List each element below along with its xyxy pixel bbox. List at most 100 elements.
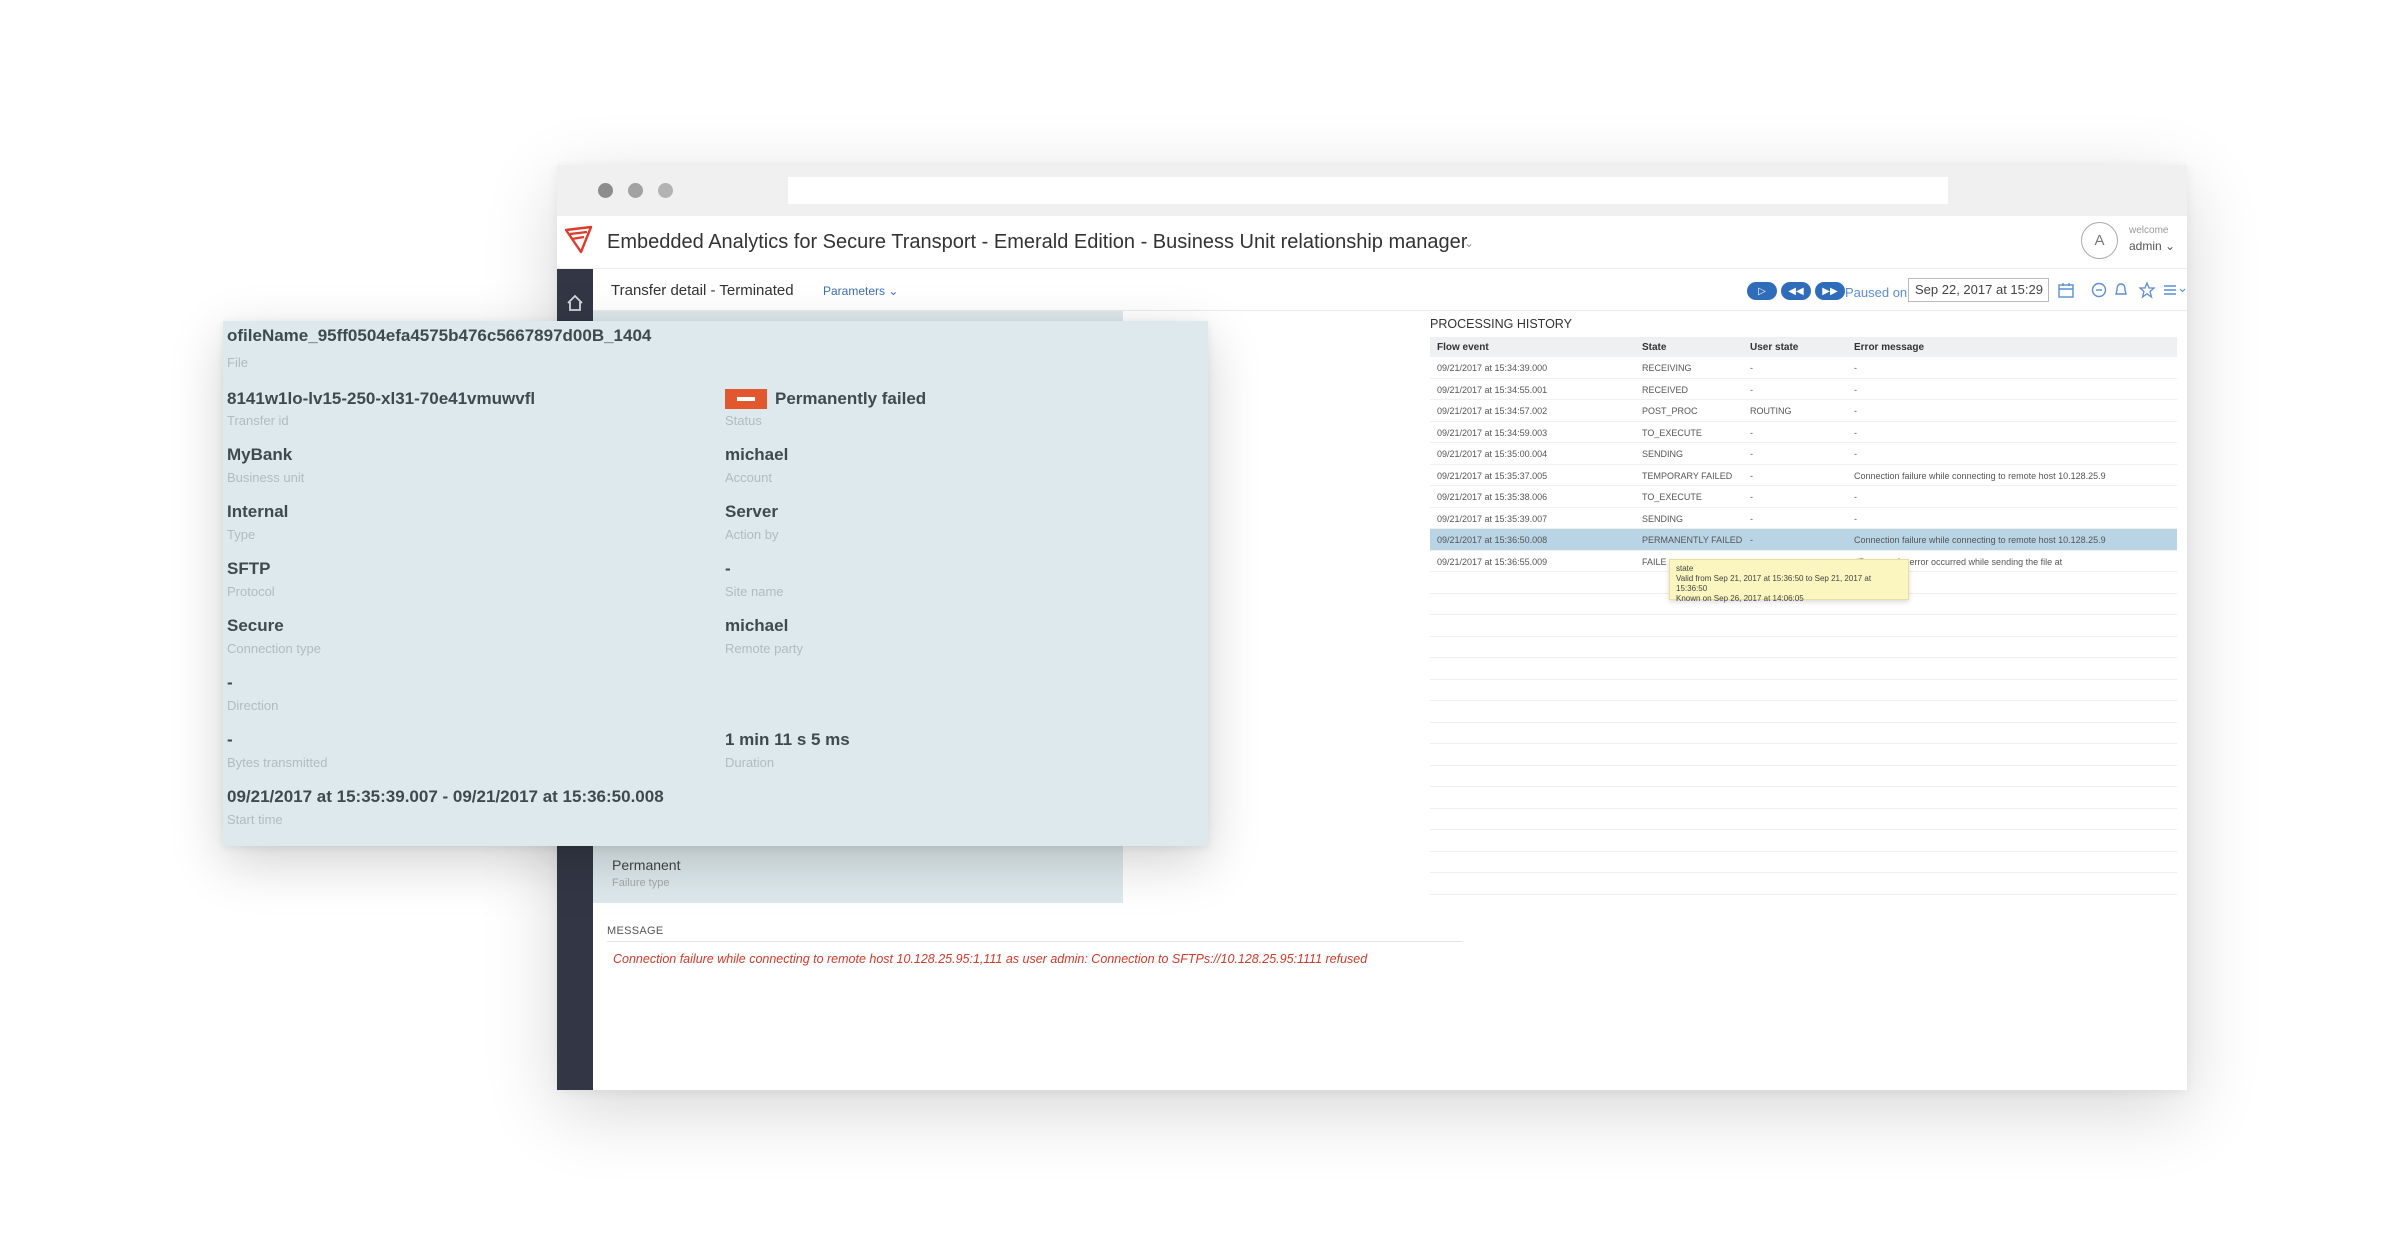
tooltip-valid-range: Valid from Sep 21, 2017 at 15:36:50 to S… xyxy=(1676,574,1872,593)
empty-row-line xyxy=(1430,829,2177,830)
table-cell: - xyxy=(1854,384,1857,395)
table-cell: - xyxy=(1854,513,1857,524)
table-row[interactable]: 09/21/2017 at 15:34:55.001 RECEIVED - - xyxy=(1430,379,2177,400)
action-by-value: Server xyxy=(725,502,778,521)
status-value: Permanently failed xyxy=(775,389,927,408)
site-label: Site name xyxy=(725,584,784,599)
error-message-text: Connection failure while connecting to r… xyxy=(613,952,1368,966)
message-divider xyxy=(607,941,1463,942)
play-button[interactable]: ▷ xyxy=(1747,282,1777,300)
column-header[interactable]: User state xyxy=(1750,342,1798,353)
table-cell: - xyxy=(1750,513,1753,524)
empty-row-line xyxy=(1430,657,2177,658)
failure-type-label: Failure type xyxy=(612,877,670,889)
table-cell: 09/21/2017 at 15:34:39.000 xyxy=(1437,363,1548,373)
transfer-details-card: ofileName_95ff0504efa4575b476c5667897d00… xyxy=(223,321,1208,846)
empty-row-line xyxy=(1430,851,2177,852)
close-window-dot[interactable] xyxy=(598,183,613,198)
breadcrumb: Transfer detail - Terminated xyxy=(611,282,794,299)
table-cell: PERMANENTLY FAILED xyxy=(1642,535,1743,545)
state-tooltip: state Valid from Sep 21, 2017 at 15:36:5… xyxy=(1669,559,1909,603)
rewind-button[interactable]: ◀◀ xyxy=(1781,282,1811,300)
avatar[interactable]: A xyxy=(2081,222,2118,259)
user-menu[interactable]: admin ⌄ xyxy=(2129,239,2175,253)
type-label: Type xyxy=(227,527,256,542)
action-by-label: Action by xyxy=(725,527,779,542)
minimize-window-dot[interactable] xyxy=(628,183,643,198)
file-label: File xyxy=(227,355,248,370)
table-row-selected[interactable]: 09/21/2017 at 15:36:50.008 PERMANENTLY F… xyxy=(1430,529,2177,551)
table-cell: - xyxy=(1854,427,1857,438)
processing-history-table: Flow event State User state Error messag… xyxy=(1430,337,2177,572)
table-cell: Connection failure while connecting to r… xyxy=(1854,535,2106,545)
table-cell: FAILE xyxy=(1642,556,1667,567)
table-row[interactable]: 09/21/2017 at 15:34:39.000 RECEIVING - - xyxy=(1430,357,2177,379)
table-cell: RECEIVING xyxy=(1642,363,1692,373)
table-cell: 09/21/2017 at 15:34:59.003 xyxy=(1437,427,1548,438)
table-cell: TO_EXECUTE xyxy=(1642,427,1702,438)
type-value: Internal xyxy=(227,502,289,521)
calendar-icon[interactable] xyxy=(2057,281,2075,299)
table-cell: - xyxy=(1854,363,1857,373)
app-logo-icon xyxy=(563,224,595,256)
table-row[interactable]: 09/21/2017 at 15:35:38.006 TO_EXECUTE - … xyxy=(1430,486,2177,508)
column-header[interactable]: Flow event xyxy=(1437,342,1489,353)
table-cell: SENDING xyxy=(1642,513,1684,524)
parameters-dropdown[interactable]: Parameters ⌄ xyxy=(823,284,898,298)
date-picker-input[interactable]: Sep 22, 2017 at 15:29 xyxy=(1908,278,2049,302)
duration-label: Duration xyxy=(725,755,775,770)
table-cell: 09/21/2017 at 15:36:50.008 xyxy=(1437,535,1548,545)
direction-label: Direction xyxy=(227,698,279,713)
paused-on-label: Paused on xyxy=(1845,285,1908,300)
transfer-id-label: Transfer id xyxy=(227,413,289,428)
account-label: Account xyxy=(725,470,772,485)
status-badge xyxy=(725,389,767,409)
processing-history-title: PROCESSING HISTORY xyxy=(1430,317,1572,331)
welcome-text: welcome xyxy=(2129,225,2169,236)
column-header[interactable]: State xyxy=(1642,342,1666,353)
connection-type-value: Secure xyxy=(227,616,284,635)
table-cell: 09/21/2017 at 15:36:55.009 xyxy=(1437,556,1548,567)
empty-row-line xyxy=(1430,808,2177,809)
site-value: - xyxy=(725,559,731,578)
toolbar: Transfer detail - Terminated Parameters … xyxy=(593,269,2187,311)
start-time-label: Start time xyxy=(227,812,283,827)
message-heading: MESSAGE xyxy=(607,925,664,937)
transfer-id-value: 8141w1lo-lv15-250-xl31-70e41vmuwvfl xyxy=(227,389,536,408)
table-cell: - xyxy=(1750,492,1753,502)
table-cell: - xyxy=(1750,535,1753,545)
table-cell: Connection failure while connecting to r… xyxy=(1854,470,2106,481)
table-cell: - xyxy=(1750,384,1753,395)
table-cell: - xyxy=(1854,492,1857,502)
table-row[interactable]: 09/21/2017 at 15:34:59.003 TO_EXECUTE - … xyxy=(1430,422,2177,443)
menu-icon[interactable] xyxy=(2162,281,2188,299)
maximize-window-dot[interactable] xyxy=(658,183,673,198)
file-value: ofileName_95ff0504efa4575b476c5667897d00… xyxy=(227,326,652,345)
table-row[interactable]: 09/21/2017 at 15:35:39.007 SENDING - - xyxy=(1430,508,2177,529)
app-title: Embedded Analytics for Secure Transport … xyxy=(607,231,1468,253)
table-cell: POST_PROC xyxy=(1642,406,1698,416)
browser-titlebar xyxy=(557,165,2187,216)
star-icon[interactable] xyxy=(2138,281,2156,299)
protocol-label: Protocol xyxy=(227,584,275,599)
table-row[interactable]: 09/21/2017 at 15:35:00.004 SENDING - - xyxy=(1430,443,2177,465)
filter-icon[interactable] xyxy=(2090,281,2108,299)
table-row[interactable]: 09/21/2017 at 15:35:37.005 TEMPORARY FAI… xyxy=(1430,465,2177,486)
table-cell: - xyxy=(1750,449,1753,459)
bytes-value: - xyxy=(227,730,233,749)
table-cell: 09/21/2017 at 15:35:39.007 xyxy=(1437,513,1548,524)
stage: Embedded Analytics for Secure Transport … xyxy=(0,0,2401,1254)
table-cell: TO_EXECUTE xyxy=(1642,492,1702,502)
table-cell: - xyxy=(1750,427,1753,438)
app-switcher-caret-icon[interactable]: ⌄ xyxy=(1464,236,1474,250)
empty-row-line xyxy=(1430,786,2177,787)
home-icon[interactable] xyxy=(565,293,585,313)
app-header: Embedded Analytics for Secure Transport … xyxy=(557,216,2187,269)
bell-icon[interactable] xyxy=(2112,281,2130,299)
address-bar[interactable] xyxy=(788,177,1948,204)
forward-button[interactable]: ▶▶ xyxy=(1815,282,1845,300)
empty-row-line xyxy=(1430,894,2177,895)
table-cell: 09/21/2017 at 15:34:57.002 xyxy=(1437,406,1548,416)
table-row[interactable]: 09/21/2017 at 15:34:57.002 POST_PROC ROU… xyxy=(1430,400,2177,422)
column-header[interactable]: Error message xyxy=(1854,342,1924,353)
